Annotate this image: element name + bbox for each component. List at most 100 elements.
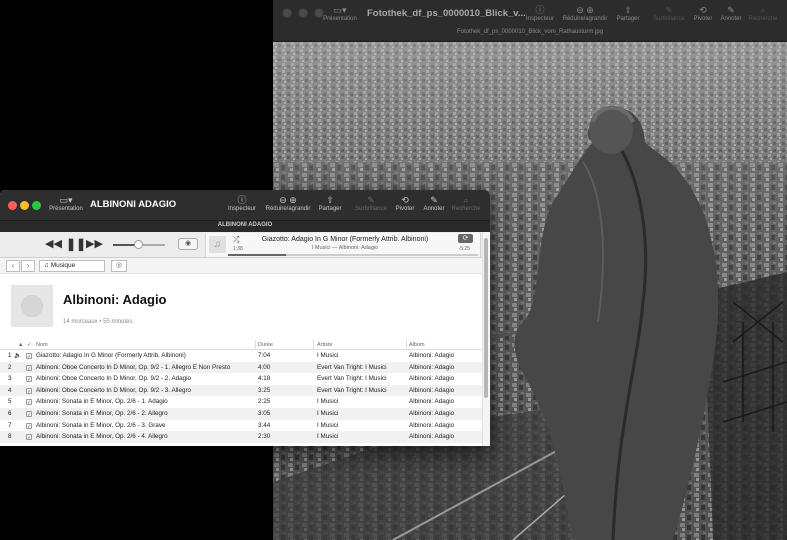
window-title: Fotothek_df_ps_0000010_Blick_v... [367, 8, 526, 19]
now-playing-title: Giazotto: Adagio In G Minor (Formerly At… [261, 236, 429, 243]
close-button[interactable] [8, 201, 17, 210]
table-row[interactable]: 2 ✓ Albinoni: Oboe Concerto In D Minor, … [0, 361, 482, 374]
music-note-icon: ♫ [209, 236, 226, 253]
track-artist: I Musici [317, 421, 339, 429]
track-duration: 4:00 [258, 363, 271, 371]
tab-label[interactable]: ALBINONI ADAGIO [0, 222, 490, 228]
track-duration: 3:44 [258, 421, 271, 429]
zoom-button[interactable] [32, 201, 41, 210]
track-checkbox[interactable]: ✓ [26, 422, 32, 429]
progress-fill [228, 254, 286, 256]
column-duration[interactable]: Durée [258, 342, 273, 348]
sort-arrow-icon[interactable]: ▲ [18, 342, 23, 348]
tab-bar: ALBINONI ADAGIO [0, 220, 490, 232]
now-playing-subtitle: I Musici — Albinoni: Adagio [311, 245, 379, 251]
share-icon: ⇧ [326, 195, 334, 205]
column-divider [313, 340, 314, 350]
zoom-tool-button[interactable]: ⊖ ⊕ Réduire/agrandir [560, 4, 610, 22]
search-button[interactable]: ⌕ Recherche [445, 194, 487, 212]
table-row[interactable]: 8 ✓ Albinoni: Sonata in E Minor, Op. 2/6… [0, 431, 482, 443]
magnifier-icon: ⊖ ⊕ [279, 195, 297, 205]
inspector-button[interactable]: ⓘ Inspecteur [221, 194, 263, 212]
track-checkbox[interactable]: ✓ [26, 364, 32, 371]
pause-icon[interactable]: ❚❚ [66, 237, 86, 251]
track-name: Albinoni: Sonata in E Minor, Op. 2/6 - 4… [36, 433, 168, 441]
track-duration: 3:25 [258, 386, 271, 394]
rewind-icon[interactable]: ◀◀ [45, 237, 62, 251]
checkmark-column-icon[interactable]: ✓ [27, 342, 32, 348]
close-button[interactable] [282, 8, 292, 18]
back-button[interactable]: ‹ [6, 260, 20, 272]
share-button[interactable]: ⇧ Partager [608, 4, 648, 22]
column-album[interactable]: Album [409, 342, 425, 348]
search-button[interactable]: ⌕ Recherche [743, 4, 783, 22]
track-checkbox[interactable]: ✓ [26, 387, 32, 394]
track-album: Albinoni: Adagio [409, 421, 455, 429]
music-note-icon: ♫ [44, 262, 51, 269]
presentation-button[interactable]: ▭▾ Présentation [45, 194, 87, 212]
track-album: Albinoni: Adagio [409, 352, 455, 359]
fast-forward-icon[interactable]: ▶▶ [86, 237, 103, 251]
track-checkbox[interactable]: ✓ [26, 410, 32, 417]
minimize-button[interactable] [298, 8, 308, 18]
track-artist: I Musici [317, 433, 339, 441]
repeat-icon[interactable]: ⟳ [458, 234, 473, 243]
volume-slider-knob[interactable] [134, 240, 143, 249]
share-button[interactable]: ⇧ Partager [309, 194, 351, 212]
table-row[interactable]: 3 ✓ Albinoni: Oboe Concerto In D Minor, … [0, 373, 482, 385]
column-name[interactable]: Nom [36, 342, 48, 348]
inspector-button[interactable]: ⓘ Inspecteur [520, 4, 560, 22]
track-duration: 3:05 [258, 409, 271, 417]
album-meta: 14 morceaux • 55 minutes [63, 319, 133, 325]
track-checkbox[interactable]: ✓ [26, 434, 32, 441]
share-icon: ⇧ [624, 5, 632, 15]
track-album: Albinoni: Adagio [409, 363, 455, 371]
radio-icon[interactable]: ◎ [111, 260, 127, 272]
track-checkbox[interactable]: ✓ [26, 353, 32, 359]
table-row[interactable]: 7 ✓ Albinoni: Sonata in E Minor, Op. 2/6… [0, 420, 482, 432]
elapsed-time: 1:38 [233, 246, 243, 252]
track-album: Albinoni: Adagio [409, 398, 455, 406]
track-checkbox[interactable]: ✓ [26, 376, 32, 383]
track-checkbox[interactable]: ✓ [26, 399, 32, 406]
info-icon: ⓘ [535, 5, 545, 15]
speaker-icon: 🔈 [14, 353, 22, 359]
airplay-icon[interactable]: ◉ [178, 238, 198, 250]
track-artist: I Musici [317, 398, 339, 406]
track-number: 2 [8, 363, 12, 371]
minimize-button[interactable] [20, 201, 29, 210]
navigation-bar: ‹ › ♫ Musique ◎ [0, 258, 490, 274]
info-icon: ⓘ [237, 195, 247, 205]
track-duration: 2:25 [258, 398, 271, 406]
track-duration: 2:30 [258, 433, 271, 441]
remaining-time: -5:25 [458, 246, 470, 252]
track-album: Albinoni: Adagio [409, 409, 455, 417]
table-row[interactable]: 5 ✓ Albinoni: Sonata in E Minor, Op. 2/6… [0, 396, 482, 408]
forward-button[interactable]: › [21, 260, 35, 272]
sidebar-icon: ▭▾ [333, 5, 347, 15]
player-bar: ◀◀ ❚❚ ▶▶ ◉ ♫ ⤮ Giazotto: Adagio In G Min… [0, 232, 490, 258]
column-divider [406, 340, 407, 350]
scrollbar-thumb[interactable] [484, 238, 488, 398]
media-selector[interactable]: ♫ Musique [39, 260, 105, 272]
presentation-button[interactable]: ▭▾ Présentation [320, 4, 360, 22]
table-row[interactable]: 4 ✓ Albinoni: Oboe Concerto In D Minor, … [0, 384, 482, 397]
track-number: 6 [8, 409, 12, 417]
track-album: Albinoni: Adagio [409, 386, 455, 394]
track-duration: 7:04 [258, 352, 271, 359]
table-row[interactable]: 1 🔈 ✓ Giazotto: Adagio In G Minor (Forme… [0, 350, 482, 362]
track-number: 4 [8, 386, 12, 394]
track-artist: Evert Van Tright: I Musici [317, 363, 387, 371]
track-name: Albinoni: Sonata in E Minor, Op. 2/6 - 2… [36, 409, 168, 417]
zoom-tool-button[interactable]: ⊖ ⊕ Réduire/agrandir [262, 194, 314, 212]
track-duration: 4:18 [258, 375, 271, 383]
track-name: Albinoni: Oboe Concerto In D Minor, Op. … [36, 363, 231, 371]
track-table-header: ▲ ✓ Nom Durée Artiste Album [0, 340, 482, 350]
track-name: Albinoni: Sonata in E Minor, Op. 2/6 - 3… [36, 421, 166, 429]
track-album: Albinoni: Adagio [409, 375, 455, 383]
sidebar-icon: ▭▾ [59, 195, 73, 205]
column-divider [255, 340, 256, 350]
column-artist[interactable]: Artiste [317, 342, 333, 348]
track-artist: I Musici [317, 409, 339, 417]
table-row[interactable]: 6 ✓ Albinoni: Sonata in E Minor, Op. 2/6… [0, 407, 482, 420]
